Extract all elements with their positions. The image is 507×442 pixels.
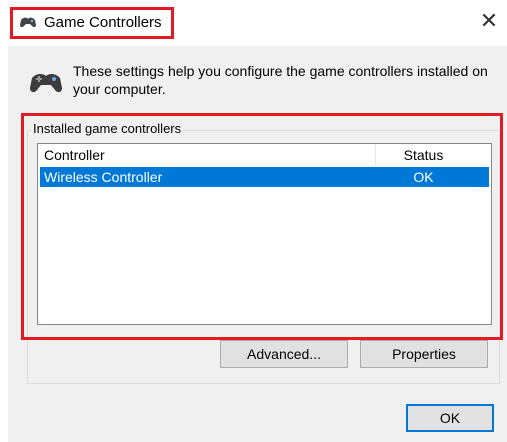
ok-button[interactable]: OK bbox=[406, 404, 494, 432]
advanced-button[interactable]: Advanced... bbox=[220, 340, 348, 368]
properties-button[interactable]: Properties bbox=[360, 340, 488, 368]
controllers-highlight-frame bbox=[21, 113, 503, 340]
close-button[interactable]: ✕ bbox=[478, 10, 500, 32]
gamepad-icon bbox=[30, 73, 62, 93]
title-bar: Game Controllers ✕ bbox=[0, 0, 507, 46]
intro-text: These settings help you configure the ga… bbox=[73, 63, 488, 97]
gamepad-icon bbox=[20, 17, 36, 28]
window-title: Game Controllers bbox=[44, 14, 162, 31]
